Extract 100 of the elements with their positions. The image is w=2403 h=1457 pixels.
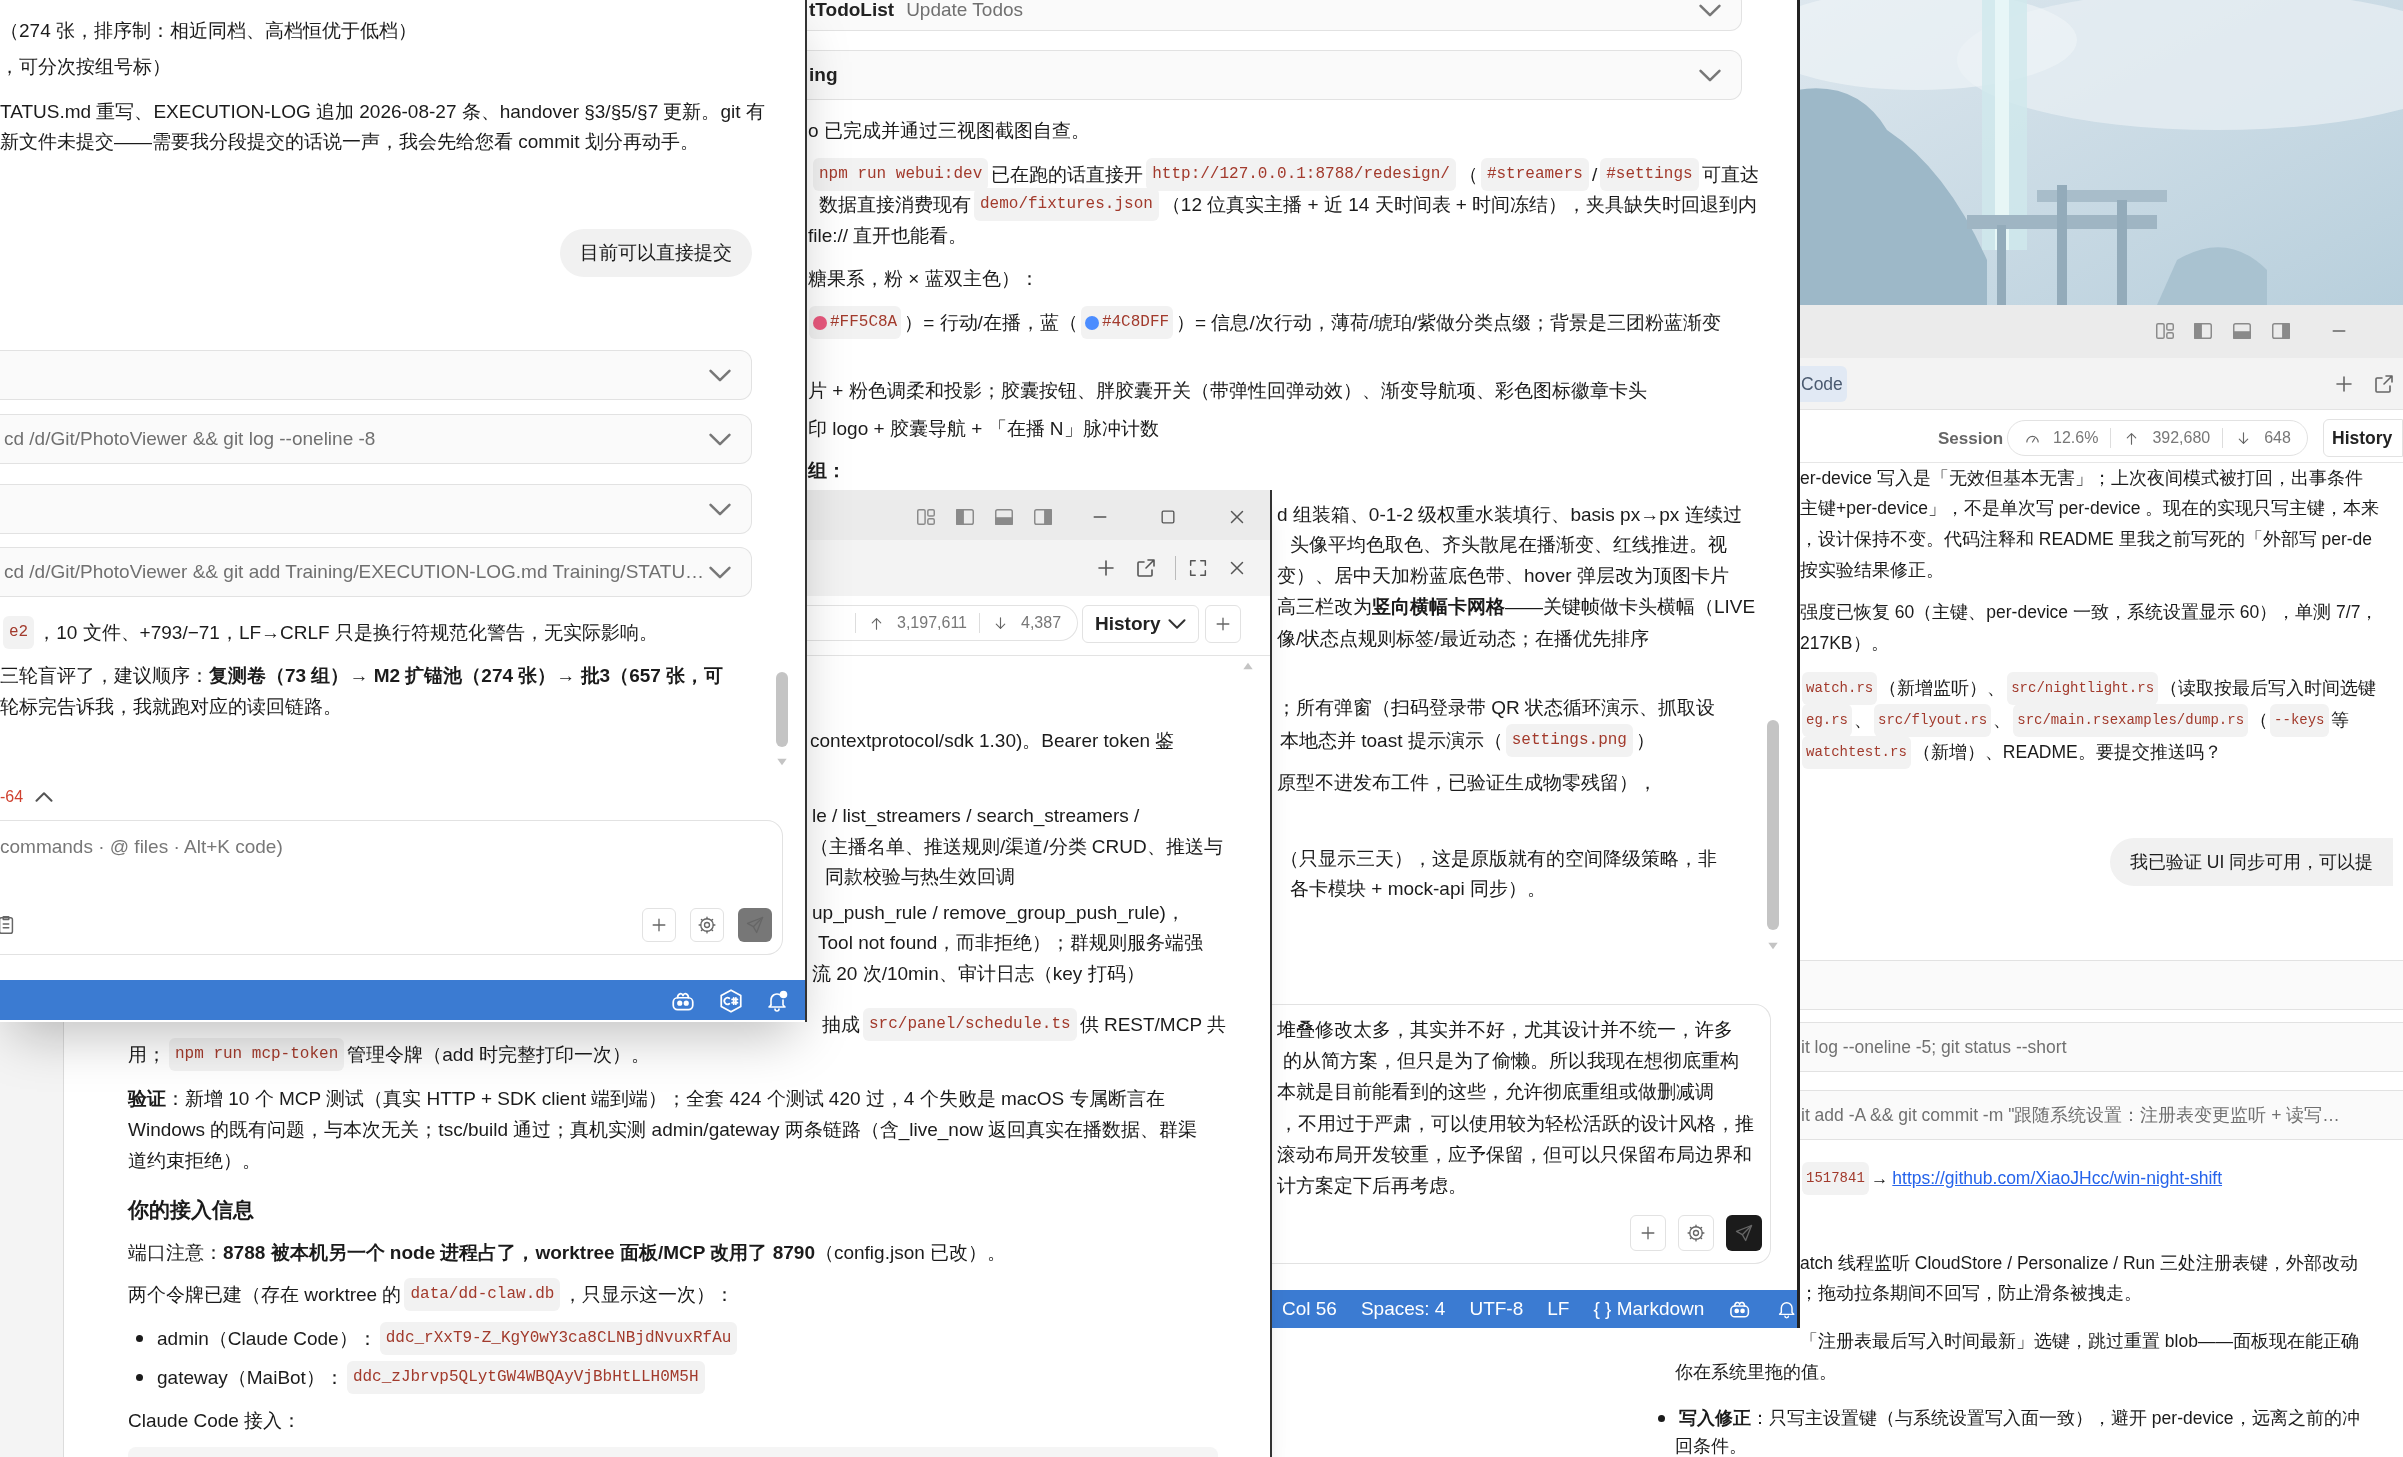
settings-button[interactable] [1678,1215,1714,1251]
message-text: d 组装箱、0-1-2 级权重水装填行、basis px→px 连续过 [1277,503,1742,527]
snap-layout-icon[interactable] [1032,506,1054,528]
tool-call-row[interactable]: it add -A && git commit -m "跟随系统设置：注册表变更监听 + 读写… [1797,1090,2403,1140]
message-text: admin（Claude Code）： [157,1327,377,1351]
message-text: 印 logo + 胶囊导航 + 「在播 N」脉冲计数 [808,417,1159,441]
tool-call-row[interactable]: it log --oneline -5; git status --short [1797,1022,2403,1072]
message-text: atch 线程监听 CloudStore / Personalize / Run 三处注册表键，外部改动 [1800,1252,2358,1275]
message-text: 两个令牌已建（存在 worktree 的 [128,1283,402,1307]
message-text: 按实验结果修正。 [1800,559,1944,582]
user-message: 目前可以直接提交 [560,229,752,277]
history-button[interactable]: History [1082,605,1200,643]
status-item[interactable]: Col 56 [1282,1294,1337,1324]
inline-code: #streamers [1480,158,1589,191]
message-text: ）= 信息/次行动，薄荷/琥珀/紫做分类点缀；背景是三团粉蓝渐变 [1176,311,1722,335]
inline-code: e2 [3,616,35,649]
status-item[interactable]: { } Markdown [1593,1294,1705,1324]
snap-layout-icon[interactable] [2154,320,2176,342]
status-item[interactable]: Spaces: 4 [1360,1294,1446,1324]
tokens-down: 4,387 [1021,613,1062,633]
status-item[interactable]: LF [1547,1294,1570,1324]
inline-code: #FF5C8A [830,312,898,333]
status-item[interactable]: UTF-8 [1469,1294,1524,1324]
hexagon-icon[interactable] [718,988,744,1014]
snap-layout-icon[interactable] [2192,320,2214,342]
message-text: 三轮盲评了，建议顺序：复测卷（73 组）→ M2 扩锚池（274 张）→ 批3（657 张，可 [0,664,724,688]
message-text: Claude Code 接入： [128,1409,302,1433]
inline-code: src/nightlight.rs [2007,672,2159,705]
bullet-icon [136,1335,143,1342]
gear-icon [697,915,717,935]
message-text: ，10 文件、+793/−71，LF→CRLF 只是换行符规范化警告，无实际影响。 [37,621,658,645]
snap-layout-icon[interactable] [954,506,976,528]
message-text: ，只显示这一次）： [563,1283,735,1307]
message-text: 道约束拒绝）。 [128,1149,261,1173]
inline-code: #4C8DFF [1101,312,1170,333]
inline-code: demo/fixtures.json [974,188,1159,221]
message-text: 强度已恢复 60（主键、per-device 一致，系统设置显示 60），单测 7/7， [1800,601,2379,624]
message-text: ）= 行动/在播，蓝（ [904,311,1078,335]
message-text: 像/状态点规则标签/最近动态；在播优先排序 [1277,627,1649,651]
message-text: 高三栏改为竖向横幅卡网格——关键帧做卡头横幅（LIVE [1277,595,1756,619]
inline-code: watch.rs [1802,672,1878,705]
message-input[interactable] [1272,1004,1771,1264]
inline-code: 1517841 [1802,1162,1869,1195]
message-text: 本地态并 toast 提示演示（ [1280,729,1503,753]
bell-icon[interactable] [765,989,789,1013]
message-text: （新增监听）、 [1879,677,2006,700]
message-text: 用； [128,1043,166,1067]
message-text: → [1870,1167,1889,1190]
message-text: 同款校验与热生效回调 [825,865,1015,889]
message-text: file:// 直开也能看。 [808,224,968,248]
plus-button[interactable] [1630,1215,1666,1251]
message-text: ，设计保持不变。代码注释和 README 里我之前写死的「外部写 per-de [1800,528,2373,551]
message-text: （新增）、README。要提交推送吗？ [1912,741,2222,764]
session-label: Session [1938,428,2004,450]
chevron-down-icon [1699,4,1721,17]
message-text: （ [1458,163,1478,187]
tokens-up: 392,680 [2152,428,2211,448]
message-text: Windows 的既有问题，与本次无关；tsc/build 通过；真机实测 admin/gateway 两条链路（含_live_now 返回真实在播数据、群渠 [128,1118,1198,1143]
inline-code: http://127.0.0.1:8788/redesign/ [1146,158,1456,191]
external-link-icon[interactable] [1134,556,1158,580]
snap-layout-icon[interactable] [993,506,1015,528]
message-text: ，可分次按组号标） [0,55,171,79]
message-text: 轮标完告诉我，我就跑对应的读回链路。 [0,695,342,719]
tool-call-row[interactable]: cd /d/Git/PhotoViewer && git add Training/EXECUTION-LOG.md Training/STATU… [0,547,752,597]
plus-button[interactable] [642,908,676,942]
message-text: 回条件。 [1675,1435,1747,1457]
fullscreen-icon[interactable] [1187,557,1209,579]
snap-layout-icon[interactable] [2231,320,2253,342]
message-text: le / list_streamers / search_streamers / [812,804,1140,829]
inline-code: src/flyout.rs [1874,704,1992,737]
message-text: Tool not found，而非拒绝）；群规则服务端强 [818,931,1204,955]
gear-icon [1686,1223,1706,1243]
message-text: （ [2250,709,2269,732]
inline-code: src/main.rsexamples/dump.rs [2013,704,2249,737]
chevron-down-icon [1168,619,1187,629]
message-text: 原型不进发布工件，已验证生成物零残留）， [1277,771,1657,795]
message-input[interactable]: commands · @ files · Alt+K code) [0,820,783,955]
editor-tab[interactable]: Code [1797,366,1847,402]
send-button[interactable] [738,908,772,942]
send-button[interactable] [1726,1215,1762,1251]
message-text: 头像平均色取色、齐头散尾在播渐变、红线推进。视 [1290,533,1727,557]
tool-call-row[interactable]: tTodoList Update Todos [805,0,1742,31]
message-text: 217KB）。 [1800,632,1889,655]
settings-button[interactable] [690,908,724,942]
message-text: （12 位真实主播 + 近 14 天时间表 + 时间冻结），夹具缺失时回退到内 [1161,193,1758,217]
input-text: ，不用过于严肃，可以使用较为轻松活跃的设计风格，推 [1279,1111,1754,1136]
link[interactable]: https://github.com/XiaoJHcc/win-night-shift [1892,1163,2223,1194]
add-button[interactable] [1205,605,1241,643]
message-text: 等 [2330,709,2349,732]
snap-layout-icon[interactable] [915,506,937,528]
history-button[interactable]: History [2323,419,2403,457]
tool-call-row[interactable]: ing [805,50,1742,100]
message-text: 验证：新增 10 个 MCP 测试（真实 HTTP + SDK client 端到端）；全套 424 个测试 420 过，4 个失败是 macOS 专属断言在 [128,1087,1165,1111]
input-text: 滚动布局开发较重，应予保留，但可以只保留布局边界和 [1277,1142,1752,1167]
tool-call-row[interactable]: cd /d/Git/PhotoViewer && git log --oneline -8 [0,414,752,464]
input-text: 计方案定下后再考虑。 [1277,1174,1467,1198]
external-link-icon[interactable] [2372,372,2396,396]
bullet-icon [1658,1415,1665,1422]
snap-layout-icon[interactable] [2270,320,2292,342]
message-text: 、 [1854,709,1872,732]
